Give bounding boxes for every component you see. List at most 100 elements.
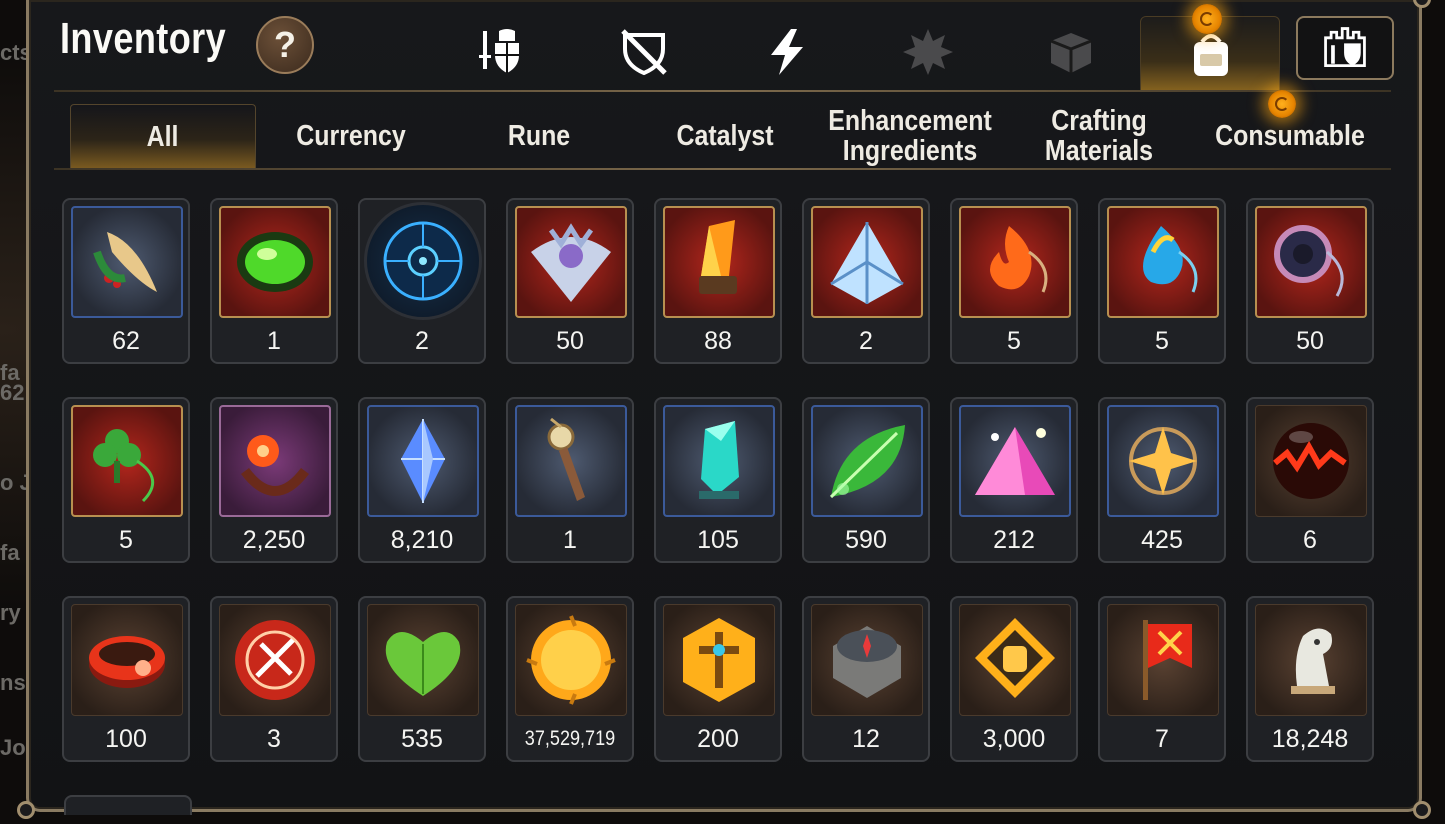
knight-chess-icon xyxy=(1255,604,1367,716)
item-count: 88 xyxy=(704,327,732,355)
item-slot[interactable]: 2 xyxy=(802,198,930,364)
item-count: 590 xyxy=(845,526,887,554)
item-count: 12 xyxy=(852,725,880,753)
category-cube[interactable] xyxy=(1040,22,1100,82)
item-slot[interactable]: 2,250 xyxy=(210,397,338,563)
green-heart-icon xyxy=(367,604,479,716)
tabs-divider xyxy=(54,168,1391,170)
item-slot[interactable]: 535 xyxy=(358,596,486,762)
item-slot[interactable]: 100 xyxy=(62,596,190,762)
item-count: 2 xyxy=(859,327,873,355)
item-slot[interactable]: 8,210 xyxy=(358,397,486,563)
cube-icon xyxy=(1050,33,1092,73)
backpack-icon xyxy=(1194,34,1228,76)
item-slot[interactable]: 200 xyxy=(654,596,782,762)
item-slot[interactable]: 88 xyxy=(654,198,782,364)
splash-gem-icon xyxy=(903,29,953,75)
category-castle-shield[interactable] xyxy=(1296,16,1394,80)
flower-ring-icon xyxy=(219,405,331,517)
notification-badge-icon xyxy=(1192,4,1222,34)
fire-charm-icon xyxy=(959,206,1071,318)
item-count: 1 xyxy=(267,327,281,355)
category-lightning[interactable] xyxy=(756,22,816,82)
compass-icon xyxy=(811,604,923,716)
water-charm-icon xyxy=(1107,206,1219,318)
side-fragment-text: ns xyxy=(0,670,26,695)
tab-crafting-materials[interactable]: Crafting Materials xyxy=(1026,104,1172,168)
side-fragment-text: ry xyxy=(0,600,21,625)
item-count: 200 xyxy=(697,725,739,753)
item-count: 5 xyxy=(1155,327,1169,355)
item-slot[interactable]: 6 xyxy=(1246,397,1374,563)
green-gem-icon xyxy=(219,206,331,318)
item-slot[interactable]: 3 xyxy=(210,596,338,762)
item-count: 1 xyxy=(563,526,577,554)
filter-tabs: All Currency Rune Catalyst Enhancement I… xyxy=(70,90,1390,168)
item-count: 5 xyxy=(119,526,133,554)
feather-herb-icon xyxy=(71,206,183,318)
header-divider xyxy=(54,90,1391,92)
help-button[interactable]: ? xyxy=(256,16,314,74)
item-slot[interactable]: 3,000 xyxy=(950,596,1078,762)
fist-emblem-icon xyxy=(959,604,1071,716)
blue-rune-circle-icon xyxy=(364,202,482,320)
item-slot[interactable]: 12 xyxy=(802,596,930,762)
item-count: 8,210 xyxy=(390,526,454,554)
inventory-header: Inventory ? xyxy=(30,0,1420,92)
inventory-title: Inventory xyxy=(60,14,227,63)
notification-badge-icon xyxy=(1268,90,1296,118)
item-slot[interactable]: 212 xyxy=(950,397,1078,563)
castle-shield-icon xyxy=(1324,27,1366,67)
item-count: 2,250 xyxy=(242,526,306,554)
side-fragment-text: fa xyxy=(0,540,20,565)
item-count: 2 xyxy=(415,327,429,355)
item-count: 535 xyxy=(401,725,443,753)
star-pendant-icon xyxy=(1107,405,1219,517)
eye-crest-icon xyxy=(515,206,627,318)
item-slot[interactable]: 1 xyxy=(506,397,634,563)
item-slot[interactable]: 425 xyxy=(1098,397,1226,563)
item-count: 105 xyxy=(697,526,739,554)
item-slot-partial[interactable] xyxy=(64,795,192,815)
item-slot[interactable]: 1 xyxy=(210,198,338,364)
item-slot[interactable]: 5 xyxy=(62,397,190,563)
item-count: 50 xyxy=(556,327,584,355)
item-slot[interactable]: 5 xyxy=(1098,198,1226,364)
item-slot[interactable]: 18,248 xyxy=(1246,596,1374,762)
item-slot[interactable]: 5 xyxy=(950,198,1078,364)
category-sword-shield[interactable] xyxy=(472,22,532,82)
lightning-icon xyxy=(771,29,803,75)
tab-enhancement-ingredients[interactable]: Enhancement Ingredients xyxy=(824,104,996,168)
clover-charm-icon xyxy=(71,405,183,517)
side-fragment-text: o J xyxy=(0,470,26,495)
category-crossed-shield[interactable] xyxy=(614,22,674,82)
teal-crystal-icon xyxy=(663,405,775,517)
lava-orb-icon xyxy=(1255,405,1367,517)
item-slot[interactable]: 37,529,719 xyxy=(506,596,634,762)
category-splash-gem[interactable] xyxy=(898,22,958,82)
tab-catalyst[interactable]: Catalyst xyxy=(652,104,798,168)
item-slot[interactable]: 50 xyxy=(506,198,634,364)
item-count: 100 xyxy=(105,725,147,753)
tab-currency[interactable]: Currency xyxy=(278,104,424,168)
tab-rune[interactable]: Rune xyxy=(466,104,612,168)
side-fragment-text: 62 xyxy=(0,380,25,405)
gold-hexagon-icon xyxy=(663,604,775,716)
side-fragment-text: Jo xyxy=(0,735,26,760)
frame-corner-ornament xyxy=(17,801,35,819)
item-slot[interactable]: 7 xyxy=(1098,596,1226,762)
item-slot[interactable]: 590 xyxy=(802,397,930,563)
crossed-shield-icon xyxy=(621,29,667,76)
item-count: 37,529,719 xyxy=(524,727,616,750)
blue-crystal-icon xyxy=(367,405,479,517)
item-slot[interactable]: 50 xyxy=(1246,198,1374,364)
banner-icon xyxy=(1107,604,1219,716)
tab-all[interactable]: All xyxy=(70,104,256,168)
category-backpack xyxy=(1181,25,1241,85)
item-count: 5 xyxy=(1007,327,1021,355)
red-seal-icon xyxy=(219,604,331,716)
item-count: 3,000 xyxy=(982,725,1046,753)
item-slot[interactable]: 105 xyxy=(654,397,782,563)
item-slot[interactable]: 62 xyxy=(62,198,190,364)
item-slot[interactable]: 2 xyxy=(358,198,486,364)
